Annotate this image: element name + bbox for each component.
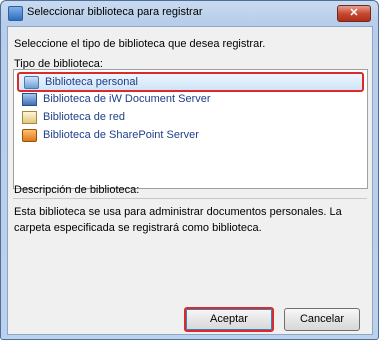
- dialog-window: Seleccionar biblioteca para registrar ✕ …: [0, 0, 379, 340]
- dialog-content: Seleccione el tipo de biblioteca que des…: [7, 26, 373, 335]
- close-button[interactable]: ✕: [337, 5, 371, 22]
- list-item-network[interactable]: Biblioteca de red: [17, 109, 363, 126]
- title-bar[interactable]: Seleccionar biblioteca para registrar ✕: [1, 1, 378, 25]
- accept-button[interactable]: Aceptar: [184, 307, 274, 332]
- list-item-sharepoint[interactable]: Biblioteca de SharePoint Server: [17, 127, 363, 144]
- list-item-label: Biblioteca de iW Document Server: [43, 93, 211, 105]
- list-item-label: Biblioteca personal: [45, 76, 138, 88]
- intro-text: Seleccione el tipo de biblioteca que des…: [14, 38, 266, 50]
- divider: [13, 198, 367, 199]
- iw-server-icon: [22, 93, 37, 106]
- personal-library-icon: [24, 76, 39, 89]
- network-library-icon: [22, 111, 37, 124]
- list-item-label: Biblioteca de red: [43, 111, 125, 123]
- window-title: Seleccionar biblioteca para registrar: [27, 6, 203, 18]
- description-text: Esta biblioteca se usa para administrar …: [14, 206, 342, 234]
- description-label: Descripción de biblioteca:: [14, 184, 140, 196]
- list-item-label: Biblioteca de SharePoint Server: [43, 129, 199, 141]
- app-icon: [8, 6, 23, 21]
- cancel-button[interactable]: Cancelar: [284, 308, 360, 331]
- list-item-iw-server[interactable]: Biblioteca de iW Document Server: [17, 91, 363, 108]
- sharepoint-icon: [22, 129, 37, 142]
- list-item-personal[interactable]: Biblioteca personal: [17, 72, 364, 92]
- library-type-list[interactable]: Biblioteca personal Biblioteca de iW Doc…: [13, 69, 368, 189]
